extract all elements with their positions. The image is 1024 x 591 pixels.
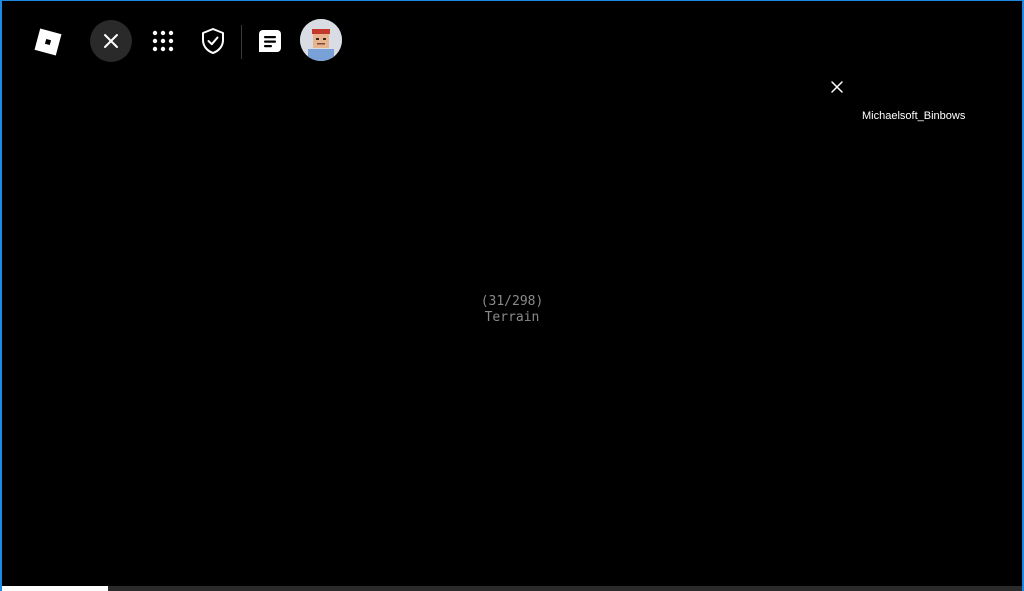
roblox-logo-icon — [34, 28, 62, 56]
loading-progress-bar — [2, 586, 1022, 591]
close-menu-button[interactable] — [90, 20, 132, 62]
topbar-divider — [241, 25, 242, 59]
safety-button[interactable] — [192, 20, 234, 62]
menu-grid-button[interactable] — [142, 20, 184, 62]
loading-label: Terrain — [484, 310, 540, 325]
avatar-icon — [300, 19, 342, 61]
chat-icon — [259, 30, 281, 52]
shield-check-icon — [202, 28, 224, 54]
player-name: Michaelsoft_Binbows — [862, 110, 966, 122]
loading-count: (31/298) — [480, 294, 544, 309]
close-icon — [104, 34, 118, 48]
close-icon — [831, 81, 843, 93]
loading-status: (31/298) Terrain — [2, 294, 1022, 326]
player-list-close-button[interactable] — [827, 77, 847, 97]
roblox-logo-button[interactable] — [28, 22, 68, 62]
game-window: Michaelsoft_Binbows (31/298) Terrain — [0, 0, 1024, 591]
chat-button[interactable] — [249, 20, 291, 62]
loading-progress-fill — [2, 586, 109, 591]
avatar[interactable] — [300, 19, 342, 61]
menu-grid-icon — [152, 30, 174, 52]
